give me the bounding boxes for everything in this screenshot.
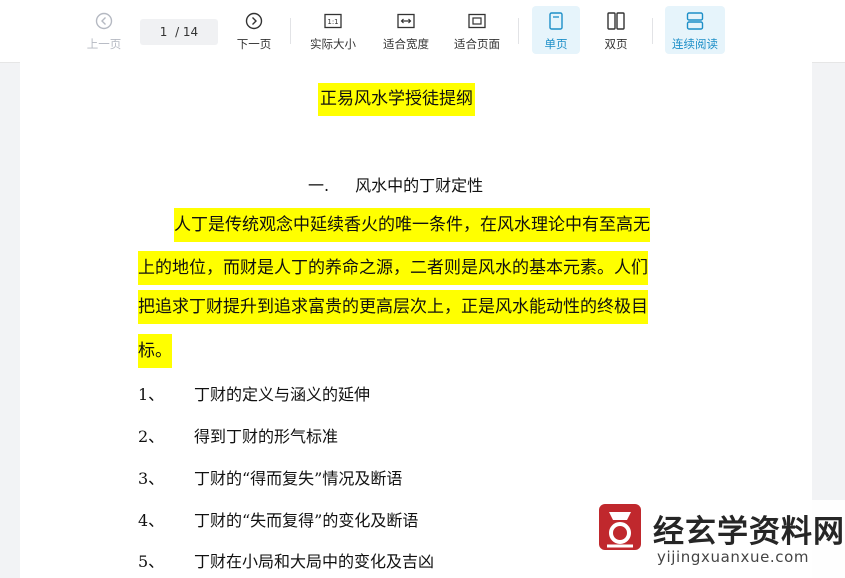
page-total: / 14 xyxy=(175,25,199,39)
actual-size-label: 实际大小 xyxy=(310,37,356,51)
arrow-right-circle-icon xyxy=(242,9,266,33)
section-title: 风水中的丁财定性 xyxy=(355,176,484,195)
site-watermark: 经玄学资料网 yijingxuanxue.com xyxy=(597,500,845,578)
single-page-button[interactable]: 单页 xyxy=(532,6,580,54)
fit-page-icon xyxy=(465,9,489,33)
paragraph-line: 把追求丁财提升到追求富贵的更高层次上，正是风水能动性的终极目 xyxy=(138,290,648,324)
page-current[interactable]: 1 xyxy=(160,25,168,39)
watermark-site-name: 经玄学资料网 xyxy=(653,514,845,550)
prev-page-label: 上一页 xyxy=(86,37,122,51)
document-title: 正易风水学授徒提纲 xyxy=(318,83,475,116)
paragraph-line: 标。 xyxy=(138,334,172,368)
fit-width-icon xyxy=(394,9,418,33)
list-item-number: 1、 xyxy=(138,385,165,404)
section-number: 一. xyxy=(308,176,330,195)
list-item: 1、 丁财的定义与涵义的延伸 xyxy=(138,381,370,405)
continuous-reading-button[interactable]: 连续阅读 xyxy=(665,6,725,54)
paragraph-line: 上的地位，而财是人丁的养命之源，二者则是风水的基本元素。人们 xyxy=(138,251,648,285)
site-logo-icon xyxy=(597,502,643,552)
double-page-button[interactable]: 双页 xyxy=(594,6,638,54)
svg-text:1:1: 1:1 xyxy=(327,18,338,26)
list-item: 5、 丁财在小局和大局中的变化及吉凶 xyxy=(138,548,434,572)
double-page-icon xyxy=(604,9,628,33)
list-item-number: 2、 xyxy=(138,427,165,446)
toolbar-divider xyxy=(652,18,653,44)
single-page-icon xyxy=(544,9,568,33)
list-item: 4、 丁财的“失而复得”的变化及断语 xyxy=(138,507,418,531)
double-page-label: 双页 xyxy=(604,37,628,51)
list-item-text: 丁财的定义与涵义的延伸 xyxy=(194,385,371,404)
section-heading: 一. 风水中的丁财定性 xyxy=(308,172,483,196)
continuous-scroll-icon xyxy=(683,9,707,33)
page-number-field[interactable]: 1 / 14 xyxy=(140,19,218,45)
next-page-button[interactable]: 下一页 xyxy=(232,6,276,54)
fit-width-label: 适合宽度 xyxy=(383,37,429,51)
actual-size-button[interactable]: 1:1 实际大小 xyxy=(304,6,362,54)
watermark-site-url: yijingxuanxue.com xyxy=(657,548,810,566)
fit-width-button[interactable]: 适合宽度 xyxy=(377,6,435,54)
toolbar-divider xyxy=(518,18,519,44)
actual-size-icon: 1:1 xyxy=(321,9,345,33)
list-item-text: 得到丁财的形气标准 xyxy=(194,427,339,446)
fit-page-button[interactable]: 适合页面 xyxy=(448,6,506,54)
fit-page-label: 适合页面 xyxy=(454,37,500,51)
list-item-text: 丁财的“得而复失”情况及断语 xyxy=(194,469,403,488)
list-item-number: 5、 xyxy=(138,552,165,571)
single-page-label: 单页 xyxy=(544,37,568,51)
paragraph-line: 人丁是传统观念中延续香火的唯一条件，在风水理论中有至高无 xyxy=(174,208,650,242)
list-item-text: 丁财在小局和大局中的变化及吉凶 xyxy=(194,552,435,571)
continuous-reading-label: 连续阅读 xyxy=(672,37,718,51)
list-item-number: 4、 xyxy=(138,511,165,530)
next-page-label: 下一页 xyxy=(236,37,272,51)
list-item-number: 3、 xyxy=(138,469,165,488)
viewer-toolbar: 上一页 1 / 14 下一页 1:1 实际大小 适合宽度 适合页面 单页 双页 … xyxy=(0,0,845,63)
list-item: 2、 得到丁财的形气标准 xyxy=(138,423,338,447)
list-item: 3、 丁财的“得而复失”情况及断语 xyxy=(138,465,402,489)
prev-page-button[interactable]: 上一页 xyxy=(82,6,126,54)
arrow-left-circle-icon xyxy=(92,9,116,33)
toolbar-divider xyxy=(290,18,291,44)
list-item-text: 丁财的“失而复得”的变化及断语 xyxy=(194,511,419,530)
